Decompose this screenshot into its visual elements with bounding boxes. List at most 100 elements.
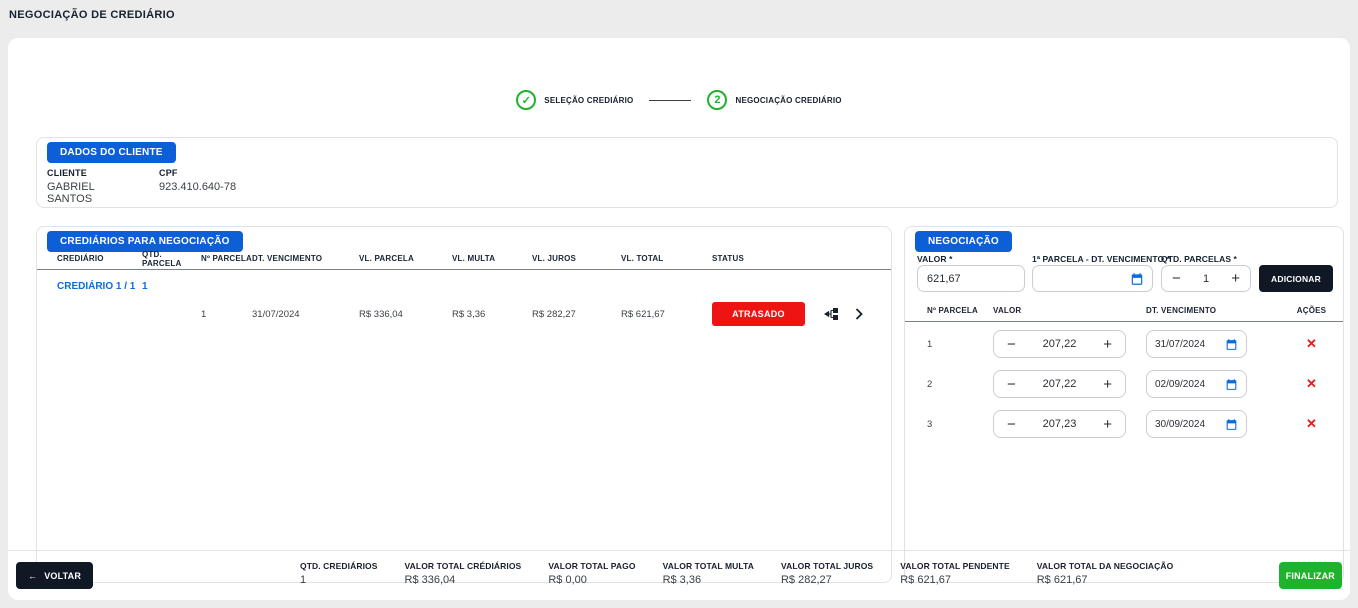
parcela-3-data: 30/09/2024	[1155, 419, 1205, 430]
parcela-2-data: 02/09/2024	[1155, 379, 1205, 390]
col-n-parcela: Nº PARCELA	[201, 254, 252, 263]
arrow-left-icon: ←	[28, 571, 37, 581]
summary-valor-total-juros: VALOR TOTAL JUROS R$ 282,27	[781, 561, 873, 586]
share-network-icon[interactable]	[823, 307, 839, 321]
parcela-1-numero: 1	[927, 339, 993, 350]
qtd-parcelas-stepper: − 1 +	[1161, 265, 1251, 292]
client-name-value: GABRIEL SANTOS	[47, 181, 137, 205]
cell-vl-parcela: R$ 336,04	[359, 309, 452, 320]
parcela-1-data: 31/07/2024	[1155, 339, 1205, 350]
client-panel: DADOS DO CLIENTE CLIENTE GABRIEL SANTOS …	[36, 137, 1338, 208]
parcela-3-valor-stepper: − 207,23 +	[993, 410, 1146, 438]
parcela-2-minus-button[interactable]: −	[1007, 377, 1016, 392]
adicionar-button[interactable]: ADICIONAR	[1259, 265, 1333, 292]
check-icon: ✓	[522, 94, 531, 107]
parcela-1-plus-button[interactable]: +	[1103, 337, 1112, 352]
col-parcela-acoes: AÇÕES	[1292, 306, 1331, 315]
parcela-2-valor[interactable]: 207,22	[1043, 378, 1077, 390]
cell-vl-juros: R$ 282,27	[532, 309, 621, 320]
parcela-1-remove-button[interactable]: ✕	[1292, 336, 1331, 352]
parcela-2-remove-button[interactable]: ✕	[1292, 376, 1331, 392]
status-badge-atrasado: ATRASADO	[712, 302, 805, 326]
crediario-parcel-row: 1 31/07/2024 R$ 336,04 R$ 3,36 R$ 282,27…	[37, 293, 891, 335]
cell-vl-multa: R$ 3,36	[452, 309, 532, 320]
crediario-group-qtd: 1	[142, 281, 201, 292]
calendar-icon[interactable]	[1225, 338, 1238, 351]
parcela-2-plus-button[interactable]: +	[1103, 377, 1112, 392]
cell-n-parcela: 1	[201, 309, 252, 320]
voltar-label: VOLTAR	[44, 571, 81, 581]
parcela-3-numero: 3	[927, 419, 993, 430]
parcela-2-valor-stepper: − 207,22 +	[993, 370, 1146, 398]
qtd-plus-button[interactable]: +	[1231, 271, 1240, 286]
valor-label: VALOR *	[917, 254, 953, 264]
valor-input[interactable]	[917, 265, 1025, 292]
crediarios-table-header: CREDIÁRIO QTD. PARCELA Nº PARCELA DT. VE…	[37, 248, 891, 270]
qtd-minus-button[interactable]: −	[1172, 271, 1181, 286]
negociacao-panel-badge: NEGOCIAÇÃO	[915, 231, 1012, 252]
parcela-1-valor-stepper: − 207,22 +	[993, 330, 1146, 358]
primeira-parcela-date-input[interactable]	[1041, 273, 1121, 285]
parcela-1-valor[interactable]: 207,22	[1043, 338, 1077, 350]
col-status: STATUS	[712, 254, 817, 263]
col-crediario: CREDIÁRIO	[57, 254, 142, 263]
parcela-1-minus-button[interactable]: −	[1007, 337, 1016, 352]
calendar-icon[interactable]	[1225, 378, 1238, 391]
step-negociacao-crediario[interactable]: 2 NEGOCIAÇÃO CREDIÁRIO	[707, 90, 841, 110]
summary-valor-total-pendente: VALOR TOTAL PENDENTE R$ 621,67	[900, 561, 1010, 586]
chevron-right-icon[interactable]	[855, 308, 863, 320]
col-vl-total: VL. TOTAL	[621, 254, 712, 263]
finalizar-button[interactable]: FINALIZAR	[1279, 562, 1342, 589]
col-vl-multa: VL. MULTA	[452, 254, 532, 263]
client-cpf-field: CPF 923.410.640-78	[159, 168, 236, 205]
parcela-3-remove-button[interactable]: ✕	[1292, 416, 1331, 432]
parcela-1-date-field[interactable]: 31/07/2024	[1146, 330, 1292, 358]
calendar-icon[interactable]	[1225, 418, 1238, 431]
qtd-parcelas-value[interactable]: 1	[1203, 273, 1209, 285]
client-cpf-value: 923.410.640-78	[159, 181, 236, 193]
summary-valor-total-negociacao: VALOR TOTAL DA NEGOCIAÇÃO R$ 621,67	[1037, 561, 1174, 586]
client-fields: CLIENTE GABRIEL SANTOS CPF 923.410.640-7…	[47, 168, 258, 205]
main-card: ✓ SELEÇÃO CREDIÁRIO 2 NEGOCIAÇÃO CREDIÁR…	[8, 38, 1350, 600]
col-parcela-valor: VALOR	[993, 306, 1146, 315]
parcela-3-valor[interactable]: 207,23	[1043, 418, 1077, 430]
parcela-3-minus-button[interactable]: −	[1007, 417, 1016, 432]
client-name-label: CLIENTE	[47, 168, 137, 178]
col-qtd-parcela: QTD. PARCELA	[142, 250, 201, 268]
client-panel-badge: DADOS DO CLIENTE	[47, 142, 176, 163]
client-name-field: CLIENTE GABRIEL SANTOS	[47, 168, 137, 205]
crediario-group-link[interactable]: CREDIÁRIO 1 / 1	[57, 281, 142, 292]
totals-summary: QTD. CREDIÁRIOS 1 VALOR TOTAL CRÉDIÁRIOS…	[300, 561, 1200, 586]
parcela-row-3: 3 − 207,23 + 30/09/2024 ✕	[905, 404, 1343, 444]
negociacao-panel: NEGOCIAÇÃO VALOR * 1ª PARCELA - DT. VENC…	[904, 226, 1344, 583]
parcela-row-2: 2 − 207,22 + 02/09/2024 ✕	[905, 364, 1343, 404]
summary-valor-total-multa: VALOR TOTAL MULTA R$ 3,36	[663, 561, 754, 586]
parcelas-table-header: Nº PARCELA VALOR DT. VENCIMENTO AÇÕES	[905, 299, 1343, 322]
crediarios-panel: CREDIÁRIOS PARA NEGOCIAÇÃO CREDIÁRIO QTD…	[36, 226, 892, 583]
cell-status: ATRASADO	[712, 302, 817, 326]
voltar-button[interactable]: ← VOLTAR	[16, 562, 93, 589]
primeira-parcela-label: 1ª PARCELA - DT. VENCIMENTO *	[1032, 254, 1170, 264]
row-actions	[817, 307, 883, 321]
calendar-icon[interactable]	[1130, 272, 1144, 286]
parcela-row-1: 1 − 207,22 + 31/07/2024 ✕	[905, 324, 1343, 364]
parcela-2-date-field[interactable]: 02/09/2024	[1146, 370, 1292, 398]
col-vl-parcela: VL. PARCELA	[359, 254, 452, 263]
cell-vl-total: R$ 621,67	[621, 309, 712, 320]
qtd-parcelas-label: QTD. PARCELAS *	[1161, 254, 1237, 264]
summary-valor-total-pago: VALOR TOTAL PAGO R$ 0,00	[548, 561, 635, 586]
step2-circle: 2	[707, 90, 727, 110]
col-dt-vencimento: DT. VENCIMENTO	[252, 254, 359, 263]
cell-dt-vencimento: 31/07/2024	[252, 309, 359, 320]
parcela-3-plus-button[interactable]: +	[1103, 417, 1112, 432]
step2-label: NEGOCIAÇÃO CREDIÁRIO	[735, 96, 841, 105]
col-parcela-n: Nº PARCELA	[927, 306, 993, 315]
parcela-3-date-field[interactable]: 30/09/2024	[1146, 410, 1292, 438]
col-vl-juros: VL. JUROS	[532, 254, 621, 263]
primeira-parcela-date-field[interactable]	[1032, 265, 1153, 292]
stepper: ✓ SELEÇÃO CREDIÁRIO 2 NEGOCIAÇÃO CREDIÁR…	[8, 90, 1350, 110]
step-selecao-crediario[interactable]: ✓ SELEÇÃO CREDIÁRIO	[516, 90, 633, 110]
footer-bar: ← VOLTAR QTD. CREDIÁRIOS 1 VALOR TOTAL C…	[8, 550, 1350, 601]
parcela-2-numero: 2	[927, 379, 993, 390]
client-cpf-label: CPF	[159, 168, 236, 178]
